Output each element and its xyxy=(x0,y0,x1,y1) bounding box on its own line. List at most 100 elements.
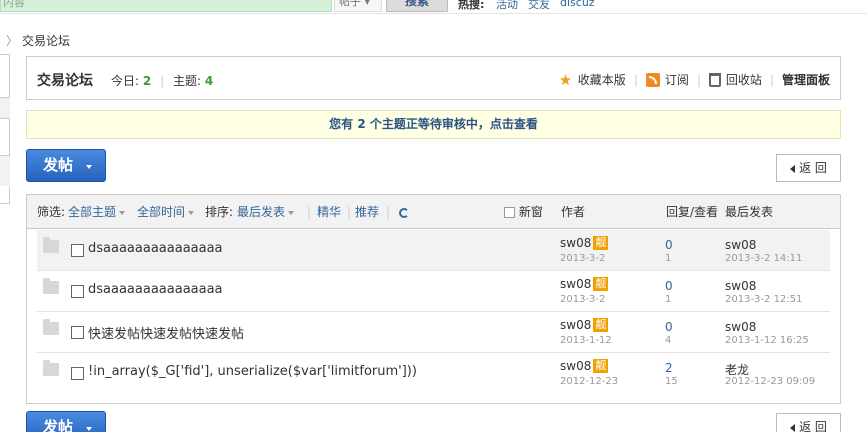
last-post-date[interactable]: 2013-3-2 14:11 xyxy=(725,253,802,264)
trash-icon xyxy=(708,72,721,87)
thread-checkbox[interactable] xyxy=(71,326,84,339)
user-badge: 靓 xyxy=(593,318,609,332)
user-badge: 靓 xyxy=(593,359,609,373)
filter-recommend[interactable]: 推荐 xyxy=(355,195,379,229)
col-last-post: 最后发表 xyxy=(725,205,774,219)
col-replies-views: 回复/查看 xyxy=(666,205,719,219)
new-post-label: 发帖 xyxy=(43,418,74,432)
top-search-bar: 内容 帖子 ▾ 搜索 热搜: 活动 交友 discuz xyxy=(0,0,867,14)
caret-down-icon xyxy=(288,210,295,215)
thread-checkbox[interactable] xyxy=(71,244,84,257)
filter-all-time-label: 全部时间 xyxy=(137,205,186,219)
thread-checkbox[interactable] xyxy=(71,367,84,380)
breadcrumb-current[interactable]: 交易论坛 xyxy=(22,34,70,48)
caret-down-icon xyxy=(188,210,195,215)
author-link[interactable]: sw08 xyxy=(560,318,591,332)
favorite-label: 收藏本版 xyxy=(577,73,626,87)
thread-views: 1 xyxy=(665,253,672,264)
back-arrow-icon xyxy=(790,423,796,432)
filter-digest[interactable]: 精华 xyxy=(317,195,341,229)
back-label: 返 回 xyxy=(799,420,827,432)
new-window-label: 新窗 xyxy=(518,205,543,219)
pending-review-notice[interactable]: 您有 2 个主题正等待审核中，点击查看 xyxy=(26,110,841,139)
hot-search-item[interactable]: 活动 xyxy=(496,0,518,12)
search-type-label: 帖子 xyxy=(339,0,361,8)
thread-author: sw08 靓 xyxy=(560,236,609,250)
last-post-date[interactable]: 2013-1-12 16:25 xyxy=(725,335,809,346)
search-button[interactable]: 搜索 xyxy=(386,0,448,12)
thread-date: 2012-12-23 xyxy=(560,376,619,387)
folder-icon xyxy=(43,319,59,335)
thread-title[interactable]: dsaaaaaaaaaaaaaaa xyxy=(88,241,223,256)
filter-all-time[interactable]: 全部时间 xyxy=(137,195,195,229)
back-button-bottom[interactable]: 返 回 xyxy=(776,413,841,432)
back-button[interactable]: 返 回 xyxy=(776,154,841,182)
breadcrumb-separator: 〉 xyxy=(6,34,19,48)
thread-title[interactable]: !in_array($_G['fid'], unserialize($var['… xyxy=(88,364,417,379)
new-post-label: 发帖 xyxy=(43,156,74,174)
forum-title: 交易论坛 xyxy=(37,73,93,89)
caret-down-icon xyxy=(119,210,126,215)
new-window-toggle[interactable]: 新窗 xyxy=(504,195,543,229)
back-arrow-icon xyxy=(790,164,796,173)
thread-views: 1 xyxy=(665,294,672,305)
filter-all-topics-label: 全部主题 xyxy=(68,205,117,219)
sort-label: 排序: xyxy=(205,205,234,219)
thread-title[interactable]: 快速发帖快速发帖快速发帖 xyxy=(88,323,244,342)
topics-count: 4 xyxy=(204,74,214,88)
last-post-date[interactable]: 2012-12-23 09:09 xyxy=(725,376,815,387)
thread-title[interactable]: dsaaaaaaaaaaaaaaa xyxy=(88,282,223,297)
hot-search-item[interactable]: 交友 xyxy=(528,0,550,12)
thread-views: 15 xyxy=(665,376,678,387)
new-post-button[interactable]: 发帖 xyxy=(26,149,106,182)
breadcrumb: 〉交易论坛 xyxy=(6,32,70,49)
subscribe-label: 订阅 xyxy=(664,73,689,87)
thread-author: sw08 靓 xyxy=(560,318,609,332)
author-link[interactable]: sw08 xyxy=(560,359,591,373)
last-poster[interactable]: sw08 xyxy=(725,320,756,334)
thread-row[interactable]: dsaaaaaaaaaaaaaaa sw08 靓 2013-3-2 0 1 sw0… xyxy=(37,271,830,312)
thread-row[interactable]: 快速发帖快速发帖快速发帖 sw08 靓 2013-1-12 0 4 sw08 20… xyxy=(37,312,830,353)
recycle-bin-link[interactable]: 回收站 xyxy=(708,71,762,88)
topics-label: 主题: xyxy=(172,74,201,88)
new-post-button-bottom[interactable]: 发帖 xyxy=(26,411,106,432)
sidebar-stub xyxy=(0,54,10,204)
thread-replies[interactable]: 2 xyxy=(665,361,673,375)
thread-row[interactable]: dsaaaaaaaaaaaaaaa sw08 靓 2013-3-2 0 1 sw0… xyxy=(37,230,830,271)
filter-all-topics[interactable]: 全部主题 xyxy=(68,195,126,229)
subscribe-link[interactable]: 订阅 xyxy=(645,71,689,88)
author-link[interactable]: sw08 xyxy=(560,277,591,291)
admin-panel-link[interactable]: 管理面板 xyxy=(782,71,830,88)
folder-icon xyxy=(43,278,59,294)
thread-replies[interactable]: 0 xyxy=(665,320,673,334)
search-type-select[interactable]: 帖子 ▾ xyxy=(334,0,382,12)
last-poster[interactable]: sw08 xyxy=(725,279,756,293)
hot-search-item[interactable]: discuz xyxy=(560,0,595,9)
today-label: 今日: xyxy=(111,74,140,88)
recycle-label: 回收站 xyxy=(725,73,762,87)
sort-select[interactable]: 最后发表 xyxy=(237,195,295,229)
chevron-down-icon xyxy=(86,165,92,169)
user-badge: 靓 xyxy=(593,236,609,250)
new-window-checkbox[interactable] xyxy=(504,207,515,218)
thread-checkbox[interactable] xyxy=(71,285,84,298)
user-badge: 靓 xyxy=(593,277,609,291)
last-post-date[interactable]: 2013-3-2 12:51 xyxy=(725,294,802,305)
thread-row[interactable]: !in_array($_G['fid'], unserialize($var['… xyxy=(37,353,830,394)
thread-replies[interactable]: 0 xyxy=(665,279,673,293)
filter-label: 筛选: xyxy=(37,205,66,219)
thread-list: 筛选: 全部主题 全部时间 排序: 最后发表 | 精华 | 推荐 | 新窗 作者… xyxy=(26,194,841,404)
forum-stats: 今日: 2 | 主题: 4 xyxy=(111,74,214,88)
search-input[interactable]: 内容 xyxy=(0,0,332,12)
refresh-button[interactable] xyxy=(399,195,409,229)
thread-date: 2013-1-12 xyxy=(560,335,612,346)
thread-author: sw08 靓 xyxy=(560,359,609,373)
forum-actions: ★ 收藏本版 | 订阅 | 回收站 | 管理面板 xyxy=(558,70,830,89)
thread-author: sw08 靓 xyxy=(560,277,609,291)
thread-replies[interactable]: 0 xyxy=(665,238,673,252)
chevron-down-icon xyxy=(86,427,92,431)
last-poster[interactable]: sw08 xyxy=(725,238,756,252)
author-link[interactable]: sw08 xyxy=(560,236,591,250)
hot-search-label: 热搜: xyxy=(458,0,485,11)
favorite-forum-link[interactable]: ★ 收藏本版 xyxy=(559,71,626,88)
